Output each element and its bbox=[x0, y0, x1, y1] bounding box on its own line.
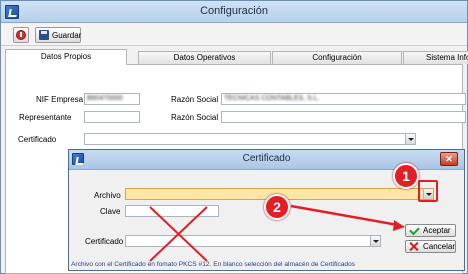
close-icon: ✕ bbox=[445, 154, 453, 164]
tab-datos-propios[interactable]: Datos Propios bbox=[5, 49, 127, 65]
dialog-chevron-down-icon[interactable] bbox=[370, 236, 380, 246]
toolbar: Guardar bbox=[1, 24, 467, 46]
certificado-select[interactable] bbox=[84, 133, 416, 145]
tab-strip: Datos Propios Datos Operativos Configura… bbox=[5, 49, 468, 65]
razon-social-value: TECNICAS CONTABLES, S.L. bbox=[224, 95, 320, 102]
razon-social-input[interactable]: TECNICAS CONTABLES, S.L. bbox=[221, 93, 466, 105]
accept-button[interactable]: Aceptar bbox=[405, 224, 456, 237]
check-icon bbox=[409, 224, 420, 236]
power-icon bbox=[16, 30, 26, 40]
dialog-status-text: Archivo con el Certificado en fomato PKC… bbox=[71, 261, 356, 268]
dialog-certificado-select[interactable] bbox=[125, 235, 381, 247]
archivo-label: Archivo bbox=[94, 191, 121, 200]
clave-input[interactable] bbox=[125, 205, 219, 217]
floppy-disk-icon bbox=[39, 30, 49, 40]
cancel-button[interactable]: Cancelar bbox=[405, 240, 456, 253]
window-title: Configuración bbox=[200, 5, 268, 17]
certificado-label: Certificado bbox=[18, 135, 57, 144]
tab-configuracion[interactable]: Configuración bbox=[272, 51, 402, 64]
clave-label: Clave bbox=[100, 207, 121, 216]
window-titlebar: Configuración bbox=[1, 1, 467, 23]
step-2-badge: 2 bbox=[264, 194, 290, 220]
save-button-label: Guardar bbox=[52, 31, 82, 40]
nif-empresa-input[interactable]: B60470000 bbox=[84, 93, 140, 105]
dialog-certificado-label: Certificado bbox=[85, 237, 124, 246]
accept-button-label: Aceptar bbox=[423, 226, 451, 235]
cancel-button-label: Cancelar bbox=[423, 242, 456, 251]
razon-social-2-label: Razón Social bbox=[171, 113, 219, 122]
nif-empresa-value: B60470000 bbox=[87, 95, 123, 102]
nif-empresa-label: NIF Empresa bbox=[36, 95, 84, 104]
representante-input[interactable] bbox=[84, 111, 140, 123]
razon-social-label: Razón Social bbox=[171, 95, 219, 104]
highlight-box bbox=[418, 180, 438, 202]
exit-button[interactable] bbox=[13, 27, 29, 43]
close-button[interactable]: ✕ bbox=[440, 152, 458, 166]
tab-datos-operativos[interactable]: Datos Operativos bbox=[138, 51, 271, 64]
save-button[interactable]: Guardar bbox=[35, 27, 81, 43]
representante-label: Representante bbox=[19, 113, 72, 122]
chevron-down-icon[interactable] bbox=[405, 134, 415, 144]
tab-sistema-info[interactable]: Sistema Info bbox=[403, 51, 468, 64]
razon-social-2-input[interactable] bbox=[221, 111, 466, 123]
step-1-badge: 1 bbox=[393, 163, 419, 189]
cancel-x-icon bbox=[410, 242, 419, 251]
